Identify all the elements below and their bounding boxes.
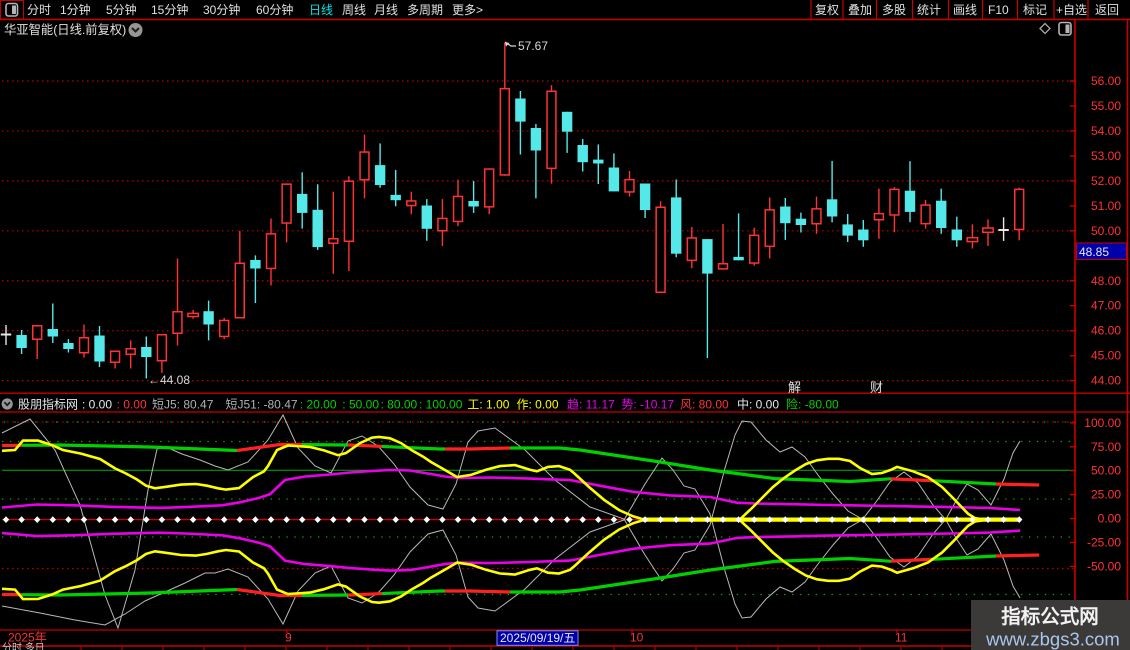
svg-text:75.00: 75.00: [1091, 440, 1121, 454]
svg-text:华亚智能(日线.前复权): 华亚智能(日线.前复权): [4, 22, 126, 37]
svg-text:日线: 日线: [309, 3, 333, 17]
svg-text:分时: 分时: [27, 3, 51, 17]
svg-text:月线: 月线: [374, 3, 398, 17]
svg-text:←44.08: ←44.08: [148, 373, 190, 387]
svg-text:解: 解: [788, 380, 801, 395]
svg-text:画线: 画线: [953, 3, 977, 17]
svg-text:标记: 标记: [1023, 3, 1047, 17]
svg-text:53.00: 53.00: [1091, 149, 1121, 163]
svg-text:48.00: 48.00: [1091, 274, 1121, 288]
svg-text:财: 财: [870, 380, 883, 395]
svg-text:: 0.00: : 0.00: [82, 398, 112, 412]
svg-text:分时 多日: 分时 多日: [2, 641, 45, 650]
svg-text:54.00: 54.00: [1091, 124, 1121, 138]
svg-text:-25.00: -25.00: [1087, 536, 1121, 550]
svg-text:: 20.00: : 20.00: [300, 398, 337, 412]
svg-text:5分钟: 5分钟: [106, 2, 137, 17]
svg-text:50.00: 50.00: [1091, 464, 1121, 478]
svg-text:47.00: 47.00: [1091, 299, 1121, 313]
svg-text:100.00: 100.00: [1084, 416, 1121, 430]
svg-text:55.00: 55.00: [1091, 99, 1121, 113]
svg-text:-50.00: -50.00: [1087, 560, 1121, 574]
svg-text:工: 1.00: 工: 1.00: [467, 398, 509, 412]
svg-text:: 0.00: : 0.00: [117, 398, 147, 412]
svg-text:险: -80.00: 险: -80.00: [786, 397, 839, 412]
svg-text:52.00: 52.00: [1091, 174, 1121, 188]
svg-text:0.00: 0.00: [1098, 512, 1122, 526]
svg-text:50.00: 50.00: [1091, 224, 1121, 238]
svg-text:指标公式网: 指标公式网: [1001, 605, 1099, 628]
svg-text:30分钟: 30分钟: [203, 2, 240, 17]
svg-text:51.00: 51.00: [1091, 199, 1121, 213]
svg-text:多周期: 多周期: [407, 3, 443, 17]
svg-text:多股: 多股: [882, 3, 906, 17]
svg-text:25.00: 25.00: [1091, 488, 1121, 502]
svg-text:风: 80.00: 风: 80.00: [680, 398, 729, 412]
svg-text:9: 9: [285, 631, 292, 645]
svg-text:44.00: 44.00: [1091, 374, 1121, 388]
svg-text:短J5: 80.47: 短J5: 80.47: [152, 398, 214, 412]
svg-text:1分钟: 1分钟: [60, 2, 91, 17]
svg-text:中: 0.00: 中: 0.00: [737, 397, 779, 412]
svg-text:短J51: -80.47: 短J51: -80.47: [226, 398, 298, 412]
svg-text:周线: 周线: [342, 3, 366, 17]
svg-text:+自选: +自选: [1056, 3, 1087, 17]
svg-text:趋: 11.17: 趋: 11.17: [567, 398, 615, 412]
svg-text:45.00: 45.00: [1091, 349, 1121, 363]
svg-text:: 50.00: : 50.00: [342, 398, 379, 412]
svg-text:2025/09/19/五: 2025/09/19/五: [500, 631, 575, 645]
svg-text:叠加: 叠加: [848, 3, 872, 17]
svg-text:股朋指标网: 股朋指标网: [18, 397, 78, 412]
svg-text:: 80.00: : 80.00: [381, 398, 418, 412]
svg-text:56.00: 56.00: [1091, 74, 1121, 88]
svg-text:势: -10.17: 势: -10.17: [621, 398, 674, 412]
svg-text:: 100.00: : 100.00: [419, 398, 463, 412]
svg-text:返回: 返回: [1095, 3, 1119, 17]
svg-text:F10: F10: [988, 3, 1009, 17]
svg-text:作: 0.00: 作: 0.00: [517, 398, 559, 412]
svg-text:更多>: 更多>: [452, 3, 483, 17]
svg-text:15分钟: 15分钟: [151, 2, 188, 17]
svg-text:46.00: 46.00: [1091, 324, 1121, 338]
svg-text:统计: 统计: [917, 3, 941, 17]
svg-text:复权: 复权: [815, 3, 839, 17]
svg-text:www.zbgs3.com: www.zbgs3.com: [985, 629, 1120, 650]
svg-text:48.85: 48.85: [1079, 245, 1109, 259]
svg-text:60分钟: 60分钟: [256, 2, 293, 17]
svg-text:57.67: 57.67: [518, 39, 548, 53]
